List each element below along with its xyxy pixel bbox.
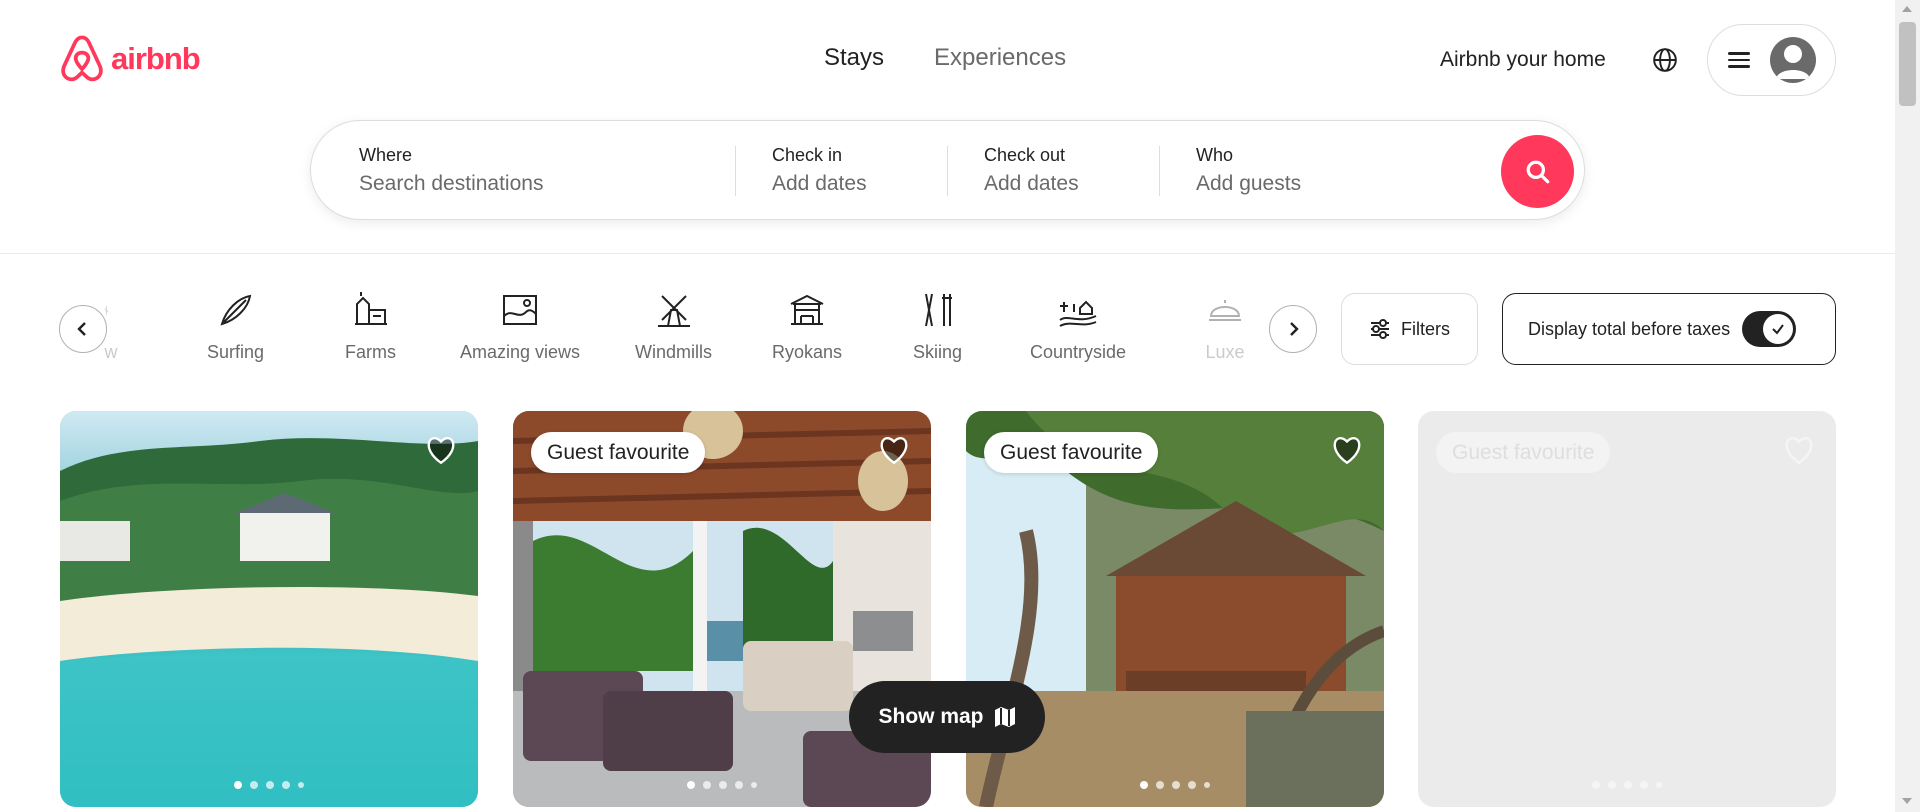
category-prev-button[interactable]: [59, 305, 107, 353]
scroll-up-icon[interactable]: [1902, 6, 1912, 12]
page-scrollbar[interactable]: [1895, 0, 1920, 812]
check-out-field[interactable]: Check out Add dates: [984, 145, 1079, 196]
check-in-placeholder: Add dates: [772, 172, 867, 195]
category-amazing-views[interactable]: Amazing views: [460, 290, 580, 363]
surfboard-icon: [220, 294, 251, 326]
search-bar: Where Search destinations Check in Add d…: [310, 120, 1585, 220]
category-windmills[interactable]: Windmills: [635, 290, 712, 363]
map-icon: [994, 707, 1015, 727]
host-your-home-link[interactable]: Airbnb your home: [1440, 48, 1606, 72]
category-label: w: [104, 342, 118, 362]
category-partial-left[interactable]: w: [104, 290, 118, 363]
category-surfing[interactable]: Surfing: [207, 290, 264, 363]
sliders-icon: [1371, 319, 1389, 339]
photo-pagination: [234, 781, 304, 789]
category-label: Ryokans: [772, 342, 843, 362]
category-label: Countryside: [1030, 342, 1127, 362]
nav-experiences[interactable]: Experiences: [934, 44, 1066, 72]
search-divider: [735, 146, 736, 196]
ski-icon: [924, 293, 952, 327]
category-ryokans[interactable]: Ryokans: [772, 290, 842, 363]
photo-pagination: [1140, 781, 1210, 789]
category-farms[interactable]: Farms: [345, 290, 396, 363]
user-avatar-icon: [1770, 37, 1816, 83]
where-field[interactable]: Where Search destinations: [359, 145, 543, 196]
chevron-right-icon: [1290, 322, 1299, 336]
guest-favourite-badge: Guest favourite: [1436, 432, 1611, 473]
nav-stays[interactable]: Stays: [824, 44, 884, 72]
category-label: Skiing: [913, 342, 963, 362]
category-countryside[interactable]: Countryside: [1030, 290, 1126, 363]
listing-card[interactable]: Guest favourite: [1418, 411, 1836, 807]
listing-photo: [60, 411, 478, 807]
who-placeholder: Add guests: [1196, 172, 1302, 195]
who-label: Who: [1196, 145, 1234, 165]
search-icon: [1526, 160, 1549, 183]
taxes-toggle-switch[interactable]: [1742, 311, 1797, 347]
taxes-toggle-label: Display total before taxes: [1528, 318, 1731, 339]
search-divider: [947, 146, 948, 196]
category-next-button[interactable]: [1269, 305, 1317, 353]
scroll-down-icon[interactable]: [1902, 798, 1912, 804]
filters-label: Filters: [1401, 318, 1450, 339]
display-total-toggle-button[interactable]: Display total before taxes: [1502, 293, 1836, 365]
logo-text: airbnb: [111, 41, 201, 76]
where-placeholder: Search destinations: [359, 172, 544, 195]
show-map-label: Show map: [878, 705, 984, 728]
show-map-button[interactable]: Show map: [849, 681, 1045, 753]
farm-icon: [354, 292, 387, 325]
category-skiing[interactable]: Skiing: [913, 290, 962, 363]
snowflake-icon: [104, 305, 109, 315]
heart-icon[interactable]: [424, 433, 458, 467]
heart-icon[interactable]: [1330, 433, 1364, 467]
listing-card[interactable]: Guest favourite: [966, 411, 1384, 807]
who-field[interactable]: Who Add guests: [1196, 145, 1301, 196]
category-label: Amazing views: [460, 342, 581, 362]
toggle-knob: [1763, 314, 1794, 344]
photo-pagination: [687, 781, 757, 789]
listing-card[interactable]: [60, 411, 478, 807]
category-label: Surfing: [207, 342, 265, 362]
check-in-label: Check in: [772, 145, 843, 165]
hamburger-icon: [1728, 52, 1750, 68]
category-label: Windmills: [635, 342, 713, 362]
globe-icon[interactable]: [1652, 47, 1678, 73]
user-menu-button[interactable]: [1707, 24, 1836, 96]
search-divider: [1159, 146, 1160, 196]
airbnb-logo[interactable]: airbnb: [59, 34, 201, 84]
heart-icon[interactable]: [1782, 433, 1816, 467]
photo-pagination: [1592, 781, 1662, 789]
category-luxe[interactable]: Luxe: [1205, 290, 1245, 363]
windmill-icon: [657, 295, 690, 327]
category-label: Luxe: [1205, 342, 1245, 362]
check-out-label: Check out: [984, 145, 1066, 165]
main-nav: Stays Experiences: [824, 44, 1066, 72]
checkmark-icon: [1772, 324, 1784, 335]
where-label: Where: [359, 145, 413, 165]
category-bar: w Surfing Farms Amazing views Windmills …: [0, 255, 1895, 395]
filters-button[interactable]: Filters: [1341, 293, 1478, 365]
check-in-field[interactable]: Check in Add dates: [772, 145, 867, 196]
heart-icon[interactable]: [877, 433, 911, 467]
category-label: Farms: [345, 342, 396, 362]
chevron-left-icon: [77, 322, 86, 336]
search-button[interactable]: [1501, 135, 1574, 208]
airbnb-logo-icon: [61, 35, 103, 82]
site-header: airbnb Stays Experiences Airbnb your hom…: [0, 0, 1895, 254]
countryside-icon: [1059, 300, 1097, 327]
scroll-thumb[interactable]: [1899, 22, 1916, 106]
landscape-view-icon: [503, 295, 538, 325]
guest-favourite-badge: Guest favourite: [531, 432, 706, 473]
ryokan-icon: [790, 294, 824, 325]
check-out-placeholder: Add dates: [984, 172, 1079, 195]
guest-favourite-badge: Guest favourite: [984, 432, 1159, 473]
cloche-icon: [1209, 300, 1241, 321]
